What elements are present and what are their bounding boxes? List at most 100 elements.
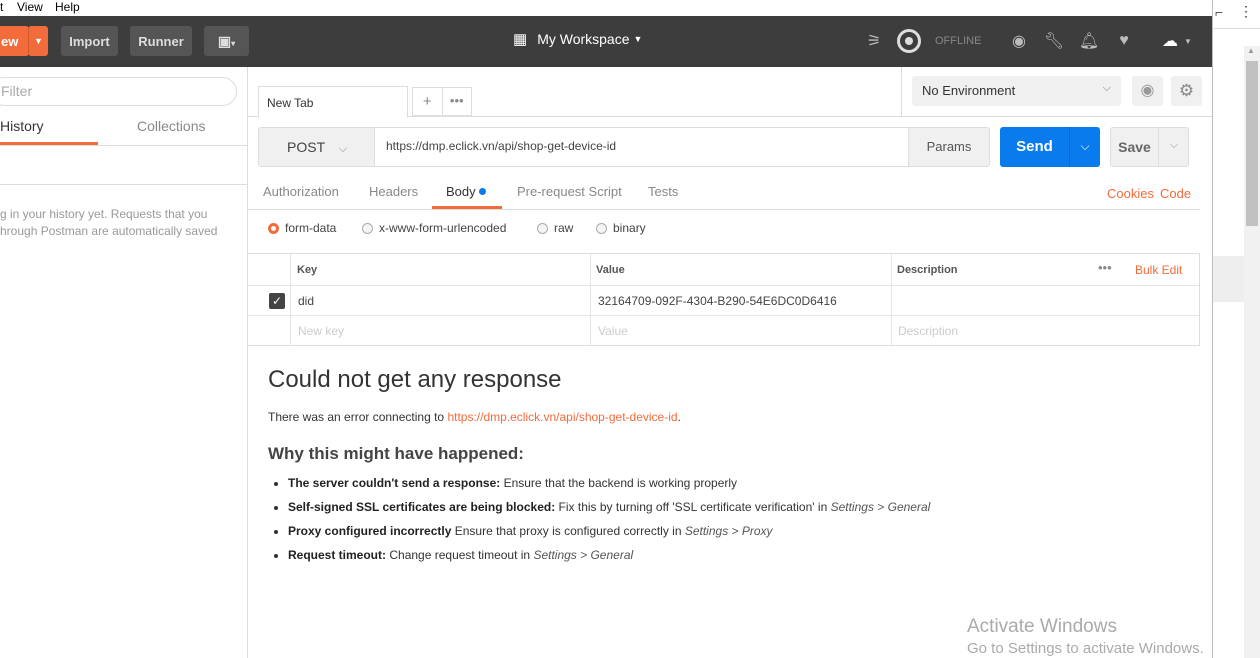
menu-bar: t View Help [0,0,1212,16]
radio-binary[interactable]: binary [596,221,646,235]
kv-header-description: Description [897,264,958,276]
top-toolbar: ew ▼ Import Runner ▣▾ ▦ My Workspace ▼ ⚞… [0,16,1212,67]
radio-form-data[interactable]: form-data [268,221,336,235]
new-window-button[interactable]: ▣▾ [204,26,249,56]
kv-header-value: Value [596,264,625,276]
sync-status-icon[interactable] [897,29,921,53]
settings-gear-icon[interactable]: ⚙ [1171,76,1202,106]
radio-urlencoded[interactable]: x-www-form-urlencoded [362,221,506,235]
kv-row-key[interactable]: did [298,294,314,308]
send-options-chevron-icon[interactable]: ⌵ [1069,127,1100,167]
workspace-switcher[interactable]: ▦ My Workspace ▼ [513,30,642,48]
chevron-down-icon: ⌵ [1102,82,1111,94]
import-button[interactable]: Import [61,26,118,56]
scroll-up-icon[interactable]: ▲ [1247,46,1255,55]
save-button[interactable]: Save [1111,128,1159,166]
tab-authorization[interactable]: Authorization [263,184,339,199]
bell-icon[interactable]: 🔔︎ [1079,31,1099,51]
scrollbar-track[interactable]: ▲ [1244,46,1260,658]
error-prefix: There was an error connecting to [268,410,448,424]
kv-header-key: Key [297,264,318,276]
radio-unselected-icon [362,222,373,234]
error-message: There was an error connecting to https:/… [268,410,681,424]
new-tab-plus-icon[interactable]: + [413,88,443,115]
new-key-input[interactable]: New key [298,324,344,338]
method-label: POST [287,139,325,155]
cookies-link[interactable]: Cookies [1107,186,1154,201]
tab-collections[interactable]: Collections [137,118,205,134]
save-options-chevron-icon[interactable]: ⌵ [1159,128,1189,166]
menu-item-view[interactable]: View [17,0,43,14]
reason-item: Request timeout: Change request timeout … [288,548,988,562]
menu-item-help[interactable]: Help [55,0,80,14]
send-button[interactable]: Send [1000,127,1069,167]
kv-table: Key Value Description ••• Bulk Edit ✓ di… [248,253,1200,346]
bulk-edit-link[interactable]: Bulk Edit [1135,263,1182,277]
row-checkbox-checked-icon[interactable]: ✓ [269,293,285,309]
wrench-icon[interactable]: 🔧︎ [1044,31,1064,51]
radio-binary-label: binary [613,221,646,235]
activation-watermark-title: Activate Windows [967,616,1117,637]
new-value-input[interactable]: Value [598,324,628,338]
history-divider [0,184,247,185]
kebab-menu-icon[interactable]: ⋮ [1239,3,1253,20]
satellite-icon[interactable]: ⚞ [864,31,884,51]
activation-watermark-subtitle: Go to Settings to activate Windows. [967,640,1204,657]
kv-col-divider [891,254,892,346]
workspace-label: My Workspace [537,31,630,47]
radio-unselected-icon [596,222,607,234]
filter-input[interactable]: Filter [0,77,237,106]
tab-history[interactable]: History [0,118,98,145]
heart-icon[interactable]: ♥ [1114,31,1134,51]
radio-urlencoded-label: x-www-form-urlencoded [379,221,507,235]
runner-button[interactable]: Runner [130,26,192,56]
environment-label: No Environment [922,83,1016,98]
subtabs-divider [248,209,1200,210]
tab-body-label: Body [446,184,476,199]
radio-form-data-label: form-data [285,221,337,235]
environment-select[interactable]: No Environment ⌵ [912,76,1121,106]
kv-col-divider [590,254,591,346]
menu-item-tools[interactable]: t [0,0,3,14]
url-input[interactable]: https://dmp.eclick.vn/api/shop-get-devic… [374,128,909,166]
eye-icon[interactable]: ◉ [1132,76,1163,106]
sidebar: Filter History Collections g in your his… [0,67,248,658]
reason-item: Self-signed SSL certificates are being b… [288,500,988,514]
tab-tests[interactable]: Tests [648,184,678,199]
sync-dot-icon [905,37,913,45]
tab-headers[interactable]: Headers [369,184,418,199]
reason-item: The server couldn't send a response: Ens… [288,476,988,490]
kv-more-icon[interactable]: ••• [1098,260,1112,275]
curly-brace-icon: ⌐ [1215,4,1224,20]
radio-selected-icon [268,222,279,234]
tabs-divider [0,145,247,146]
radio-raw[interactable]: raw [537,221,573,235]
interceptor-icon[interactable]: ◉ [1009,31,1029,51]
method-select[interactable]: POST ⌵ [259,128,374,166]
params-button[interactable]: Params [909,128,989,166]
code-link[interactable]: Code [1160,186,1191,201]
kv-row-value[interactable]: 32164709-092F-4304-B290-54E6DC0D6416 [598,294,837,308]
body-indicator-dot [479,188,486,195]
tab-body[interactable]: Body [432,177,502,209]
background-window: ⌐ ⋮ ▲ [1212,0,1260,658]
reasons-list: The server couldn't send a response: Ens… [288,476,988,572]
main-pane: New Tab + ••• No Environment ⌵ ◉ ⚙ POST … [248,67,1212,658]
grid-icon: ▦ [513,31,528,48]
why-title: Why this might have happened: [268,444,524,463]
scrollbar-thumb[interactable] [1246,61,1258,226]
radio-unselected-icon [537,222,548,234]
error-url-link[interactable]: https://dmp.eclick.vn/api/shop-get-devic… [447,410,677,424]
new-window-icon: ▣▾ [217,32,236,49]
new-dropdown-button[interactable]: ▼ [28,26,48,56]
tab-actions: + ••• [412,87,472,116]
new-description-input[interactable]: Description [898,324,958,338]
history-empty-line-1: g in your history yet. Requests that you [0,207,208,221]
divider [1213,28,1260,29]
response-title: Could not get any response [268,366,562,393]
cloud-account-icon[interactable]: ☁ ▼ [1160,31,1194,51]
tab-more-icon[interactable]: ••• [443,88,472,115]
tab-pre-request-script[interactable]: Pre-request Script [517,184,622,199]
request-tab[interactable]: New Tab [258,86,408,118]
new-button[interactable]: ew [0,26,29,56]
